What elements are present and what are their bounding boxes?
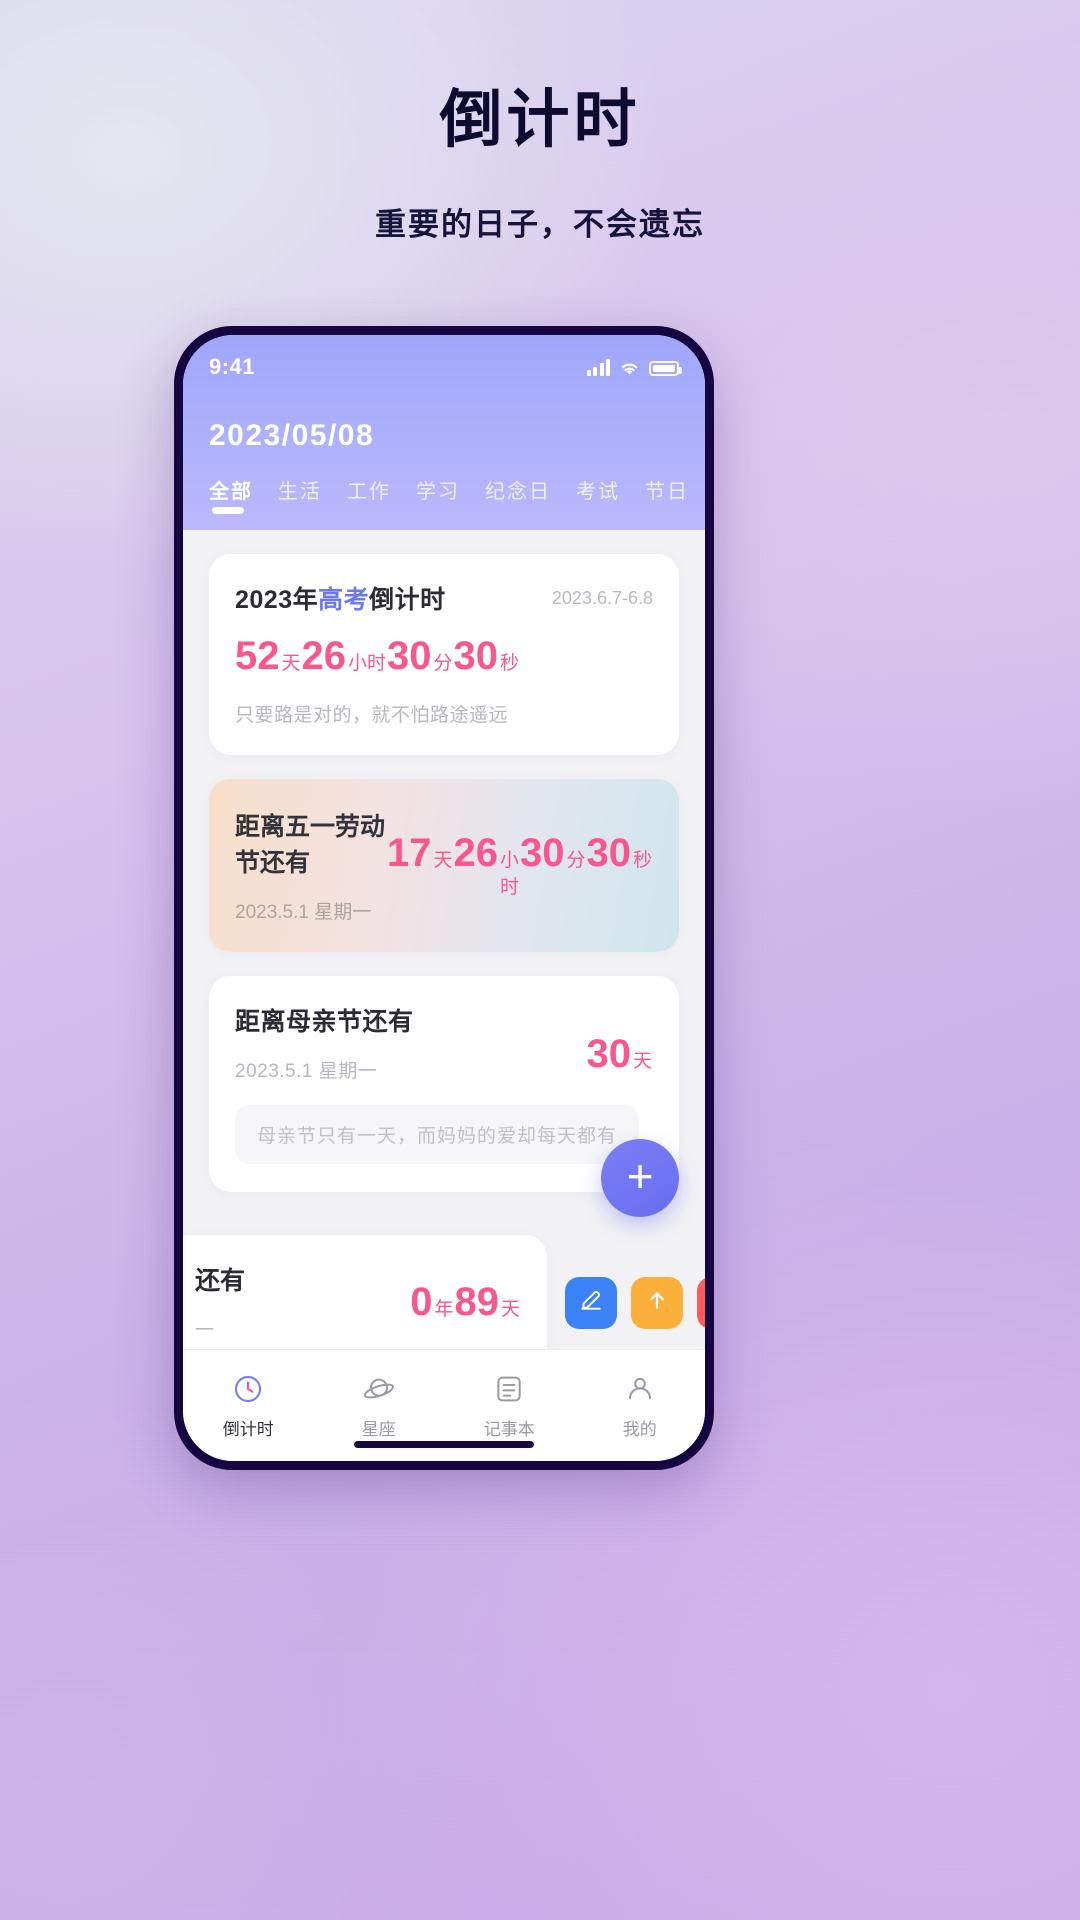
countdown-card-labor-day[interactable]: 距离五一劳动节还有 2023.5.1 星期一 17 天 26 小时 30 分 3… xyxy=(209,779,679,952)
swipe-action-buttons xyxy=(565,1276,705,1329)
card-note: 只要路是对的，就不怕路途遥远 xyxy=(235,705,509,726)
countdown-days-unit: 天 xyxy=(281,653,301,674)
card-header-row: 还有 一 0 年 89 天 xyxy=(195,1261,521,1342)
countdown-minutes-unit: 分 xyxy=(566,849,586,871)
card-title: 还有 xyxy=(195,1267,246,1295)
status-icons xyxy=(586,358,682,376)
delete-button[interactable] xyxy=(697,1276,705,1329)
status-bar: 9:41 xyxy=(209,335,682,393)
planet-icon xyxy=(363,1372,395,1406)
status-time: 9:41 xyxy=(209,354,256,379)
countdown-days: 52 xyxy=(235,634,280,678)
countdown-value: 17 天 26 小时 30 分 30 秒 xyxy=(387,833,653,899)
current-date: 2023/05/08 xyxy=(209,419,375,452)
countdown-card-gaokao[interactable]: 2023年高考倒计时 2023.6.7-6.8 52 天 26 小时 30 分 … xyxy=(209,554,679,755)
countdown-days: 17 xyxy=(386,830,432,875)
card-note: 母亲节只有一天，而妈妈的爱却每天都有 xyxy=(235,1105,640,1164)
tab-work[interactable]: 工作 xyxy=(347,475,391,514)
countdown-seconds-unit: 秒 xyxy=(632,849,652,871)
phone-screen: 9:41 2023/05/08 全部 生活 工作 学习 纪念日 考试 节日 20… xyxy=(183,335,705,1461)
countdown-value: 0 年 89 天 xyxy=(410,1282,521,1322)
card-title-suffix: 倒计时 xyxy=(369,586,446,614)
edit-icon xyxy=(578,1287,604,1318)
card-content-row: 距离五一劳动节还有 2023.5.1 星期一 17 天 26 小时 30 分 3… xyxy=(235,807,653,924)
nav-label: 星座 xyxy=(361,1419,396,1439)
countdown-years: 0 xyxy=(410,1279,433,1324)
countdown-minutes-unit: 分 xyxy=(433,653,453,674)
countdown-list[interactable]: 2023年高考倒计时 2023.6.7-6.8 52 天 26 小时 30 分 … xyxy=(183,530,705,1349)
countdown-seconds-unit: 秒 xyxy=(500,653,520,674)
nav-item-profile[interactable]: 我的 xyxy=(575,1350,706,1461)
person-icon xyxy=(624,1372,656,1406)
add-countdown-button[interactable]: + xyxy=(601,1139,679,1217)
tab-all[interactable]: 全部 xyxy=(209,475,253,514)
card-date-range: 2023.6.7-6.8 xyxy=(551,588,653,608)
nav-label: 我的 xyxy=(622,1419,657,1439)
countdown-hours-unit: 小时 xyxy=(499,849,519,898)
tab-exam[interactable]: 考试 xyxy=(576,475,620,514)
clock-icon xyxy=(232,1372,264,1406)
countdown-minutes: 30 xyxy=(387,634,432,678)
countdown-value: 30 天 xyxy=(586,1034,653,1074)
edit-button[interactable] xyxy=(565,1276,617,1329)
promo-header: 倒计时 重要的日子，不会遗忘 xyxy=(0,85,1080,244)
countdown-days: 30 xyxy=(586,1032,631,1076)
card-text-block: 距离五一劳动节还有 2023.5.1 星期一 xyxy=(235,807,387,924)
card-title-highlight: 高考 xyxy=(318,586,370,614)
countdown-hours: 26 xyxy=(301,634,347,678)
card-subtitle: 一 xyxy=(195,1320,215,1341)
nav-label: 倒计时 xyxy=(222,1419,274,1439)
countdown-years-unit: 年 xyxy=(434,1298,454,1320)
notebook-icon xyxy=(493,1372,525,1406)
nav-label: 记事本 xyxy=(483,1419,535,1439)
nav-item-countdown[interactable]: 倒计时 xyxy=(183,1350,314,1461)
countdown-days: 89 xyxy=(454,1279,499,1324)
countdown-days-unit: 天 xyxy=(433,849,453,871)
pin-to-top-button[interactable] xyxy=(631,1276,683,1329)
countdown-value: 52 天 26 小时 30 分 30 秒 xyxy=(235,636,653,676)
countdown-days-unit: 天 xyxy=(500,1298,520,1320)
battery-icon xyxy=(649,360,682,376)
countdown-days-unit: 天 xyxy=(632,1051,652,1072)
swiped-list-item[interactable]: 还有 一 0 年 89 天 xyxy=(183,1235,705,1349)
card-text-block: 还有 一 xyxy=(195,1261,245,1342)
plus-icon: + xyxy=(626,1149,654,1202)
card-title: 距离五一劳动节还有 xyxy=(235,813,386,877)
countdown-hours: 26 xyxy=(453,830,498,875)
pin-to-top-icon xyxy=(644,1287,670,1318)
card-title-prefix: 2023年 xyxy=(235,586,319,614)
countdown-card-swiped[interactable]: 还有 一 0 年 89 天 xyxy=(183,1235,547,1349)
page-subtitle: 重要的日子，不会遗忘 xyxy=(375,207,705,243)
page-title: 倒计时 xyxy=(439,85,641,155)
card-title: 距离母亲节还有 xyxy=(235,1008,414,1036)
cellular-signal-icon xyxy=(586,358,610,376)
countdown-hours-unit: 小时 xyxy=(348,653,387,674)
phone-mockup: 9:41 2023/05/08 全部 生活 工作 学习 纪念日 考试 节日 20… xyxy=(174,326,714,1470)
tab-anniversary[interactable]: 纪念日 xyxy=(485,475,551,514)
countdown-minutes: 30 xyxy=(519,830,565,875)
card-text-block: 距离母亲节还有 2023.5.1 星期一 xyxy=(235,1002,414,1083)
card-header-row: 2023年高考倒计时 2023.6.7-6.8 xyxy=(235,580,653,616)
countdown-seconds: 30 xyxy=(586,830,631,875)
card-subtitle: 2023.5.1 星期一 xyxy=(235,1061,378,1082)
app-header: 9:41 2023/05/08 全部 生活 工作 学习 纪念日 考试 节日 xyxy=(183,335,705,530)
wifi-icon xyxy=(619,360,640,376)
tab-life[interactable]: 生活 xyxy=(278,475,322,514)
card-header-row: 距离母亲节还有 2023.5.1 星期一 30 天 xyxy=(235,1002,653,1083)
card-subtitle: 2023.5.1 星期一 xyxy=(235,902,372,923)
tab-festival[interactable]: 节日 xyxy=(645,475,689,514)
home-indicator xyxy=(354,1441,534,1448)
card-title: 2023年高考倒计时 xyxy=(235,580,446,616)
category-tabs: 全部 生活 工作 学习 纪念日 考试 节日 xyxy=(209,475,687,530)
tab-study[interactable]: 学习 xyxy=(416,475,460,514)
countdown-seconds: 30 xyxy=(453,634,499,678)
